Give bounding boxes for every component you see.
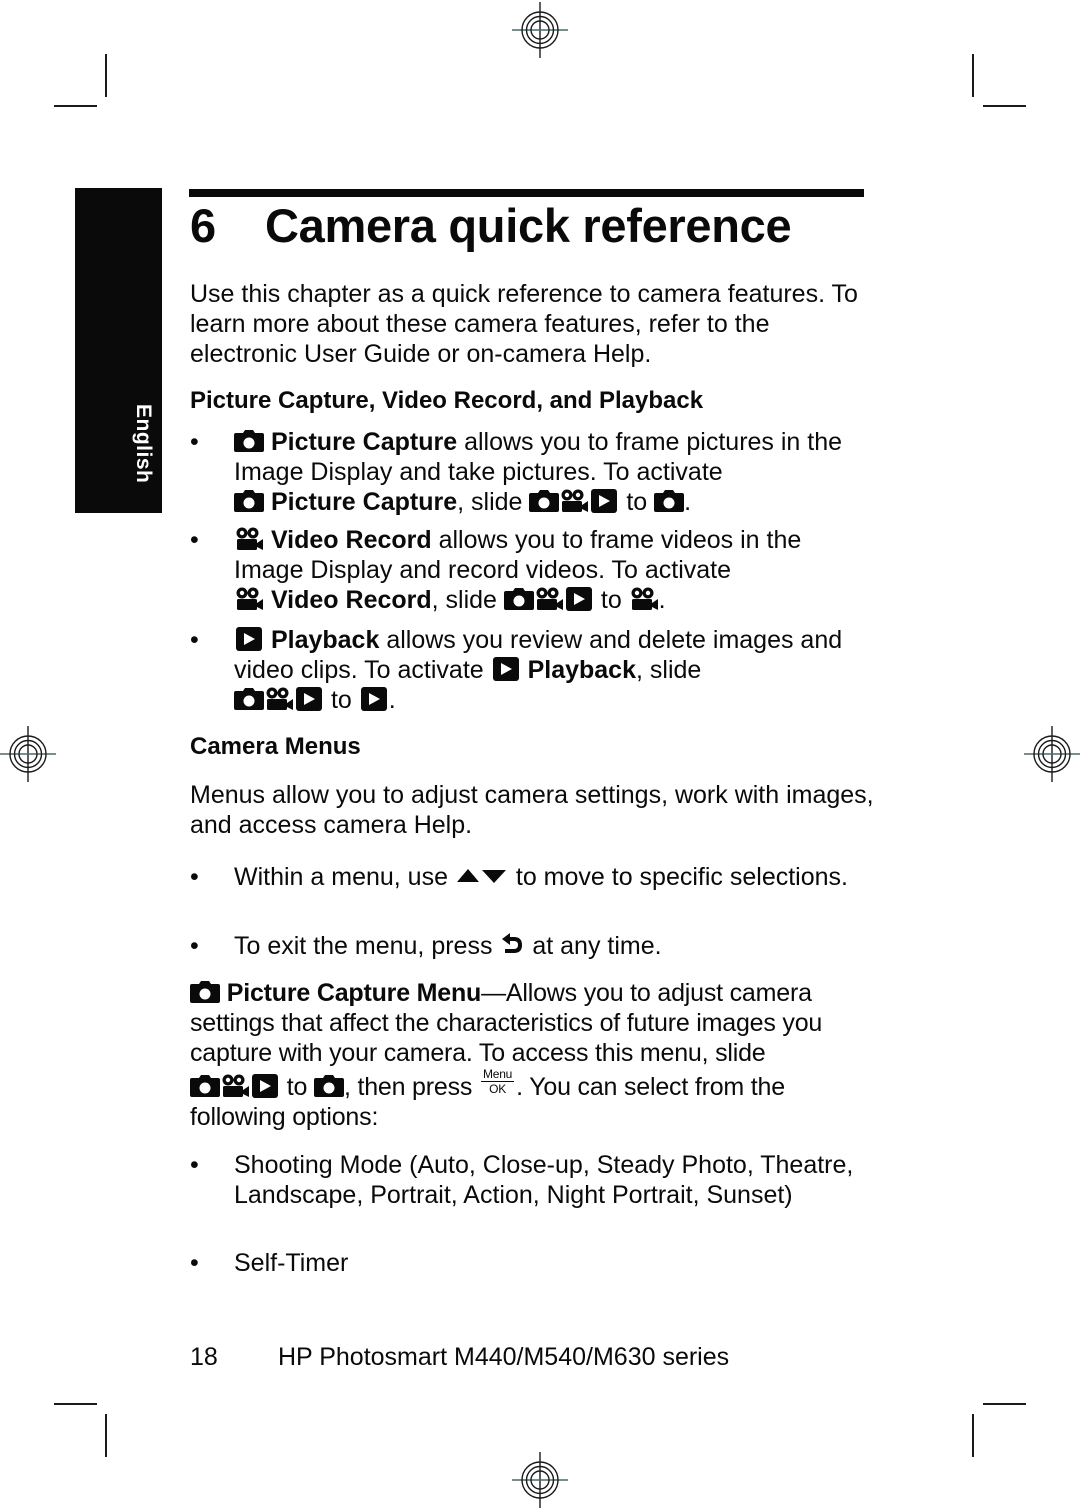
chapter-number: 6	[190, 199, 216, 252]
ok-label: OK	[489, 1082, 507, 1096]
crop-mark	[983, 1403, 1026, 1405]
mode-name: Picture Capture	[270, 488, 458, 516]
mode-name: Picture Capture	[270, 428, 458, 456]
crop-mark	[983, 105, 1026, 107]
back-icon	[499, 933, 525, 957]
text: to move to specific selections.	[508, 863, 848, 891]
registration-mark-left	[0, 726, 56, 782]
list-item-video-record: • Video Record allows you to frame video…	[190, 525, 870, 615]
to-text: to	[619, 488, 655, 516]
camera-icon	[529, 489, 559, 513]
bullet: •	[190, 1151, 199, 1179]
option-text: Self-Timer	[234, 1249, 349, 1277]
period: .	[658, 586, 666, 614]
video-camera-icon	[534, 587, 564, 611]
to-text: to	[593, 586, 629, 614]
camera-icon	[234, 687, 264, 711]
chapter-rule	[189, 189, 864, 197]
playback-icon	[250, 1074, 280, 1098]
video-camera-icon	[629, 587, 659, 611]
crop-mark	[54, 105, 97, 107]
up-down-arrows-icon	[455, 864, 509, 888]
page-number: 18	[190, 1343, 218, 1371]
period: .	[388, 686, 396, 714]
camera-icon	[190, 980, 220, 1004]
page-footer: 18 HP Photosmart M440/M540/M630 series	[190, 1343, 729, 1372]
registration-mark-bottom	[512, 1452, 568, 1508]
menu-label: Menu	[480, 1067, 515, 1082]
registration-mark-top	[512, 2, 568, 58]
list-item-option: • Shooting Mode (Auto, Close-up, Steady …	[190, 1150, 870, 1210]
list-item-picture-capture: • Picture Capture allows you to frame pi…	[190, 427, 870, 517]
camera-icon	[234, 429, 264, 453]
text: , then press	[343, 1073, 479, 1101]
option-text: Shooting Mode (Auto, Close-up, Steady Ph…	[234, 1151, 854, 1209]
section-heading-capture-record-playback: Picture Capture, Video Record, and Playb…	[190, 387, 704, 414]
video-camera-icon	[559, 489, 589, 513]
camera-icon	[654, 489, 684, 513]
camera-icon	[504, 587, 534, 611]
playback-icon	[234, 627, 264, 651]
crop-mark	[105, 54, 107, 97]
playback-icon	[359, 687, 389, 711]
chapter-title: 6 Camera quick reference	[190, 198, 792, 253]
video-camera-icon	[264, 687, 294, 711]
crop-mark	[105, 1414, 107, 1457]
menu-ok-button-icon: Menu OK	[480, 1067, 515, 1096]
bullet: •	[190, 428, 199, 456]
playback-icon	[564, 587, 594, 611]
list-item-exit: • To exit the menu, press at any time.	[190, 931, 870, 961]
camera-icon	[190, 1074, 220, 1098]
bullet: •	[190, 863, 199, 891]
text: at any time.	[525, 932, 662, 960]
slide-text: , slide	[457, 488, 530, 516]
crop-mark	[972, 54, 974, 97]
mode-name: Video Record	[270, 526, 432, 554]
to-text: to	[280, 1073, 314, 1101]
slide-text: , slide	[636, 656, 702, 684]
bullet: •	[190, 626, 199, 654]
playback-icon	[294, 687, 324, 711]
period: .	[684, 488, 692, 516]
mode-name: Video Record	[270, 586, 432, 614]
footer-title: HP Photosmart M440/M540/M630 series	[278, 1343, 730, 1371]
video-camera-icon	[220, 1074, 250, 1098]
video-camera-icon	[234, 527, 264, 551]
text: To exit the menu, press	[234, 932, 500, 960]
video-camera-icon	[234, 587, 264, 611]
list-item-option: • Self-Timer	[190, 1248, 870, 1278]
bullet: •	[190, 932, 199, 960]
list-item-playback: • Playback allows you review and delete …	[190, 625, 870, 715]
section-heading-camera-menus: Camera Menus	[190, 733, 361, 760]
menus-paragraph: Menus allow you to adjust camera setting…	[190, 781, 874, 839]
picture-capture-menu-paragraph: Picture Capture Menu—Allows you to adjus…	[190, 978, 880, 1132]
mode-name: Playback	[527, 656, 636, 684]
chapter-title-text: Camera quick reference	[265, 199, 792, 252]
playback-icon	[589, 489, 619, 513]
list-item-navigate: • Within a menu, use to move to specific…	[190, 862, 870, 892]
mode-name: Playback	[270, 626, 380, 654]
language-tab-label: English	[132, 404, 155, 484]
crop-mark	[972, 1414, 974, 1457]
picture-capture-menu-title: Picture Capture Menu	[226, 979, 482, 1007]
registration-mark-right	[1024, 726, 1080, 782]
to-text: to	[324, 686, 359, 714]
slide-text: , slide	[431, 586, 504, 614]
playback-icon	[491, 657, 521, 681]
intro-paragraph: Use this chapter as a quick reference to…	[190, 280, 858, 368]
bullet: •	[190, 526, 199, 554]
camera-icon	[314, 1074, 344, 1098]
text: Within a menu, use	[234, 863, 455, 891]
bullet: •	[190, 1249, 199, 1277]
camera-icon	[234, 489, 264, 513]
crop-mark	[54, 1403, 97, 1405]
